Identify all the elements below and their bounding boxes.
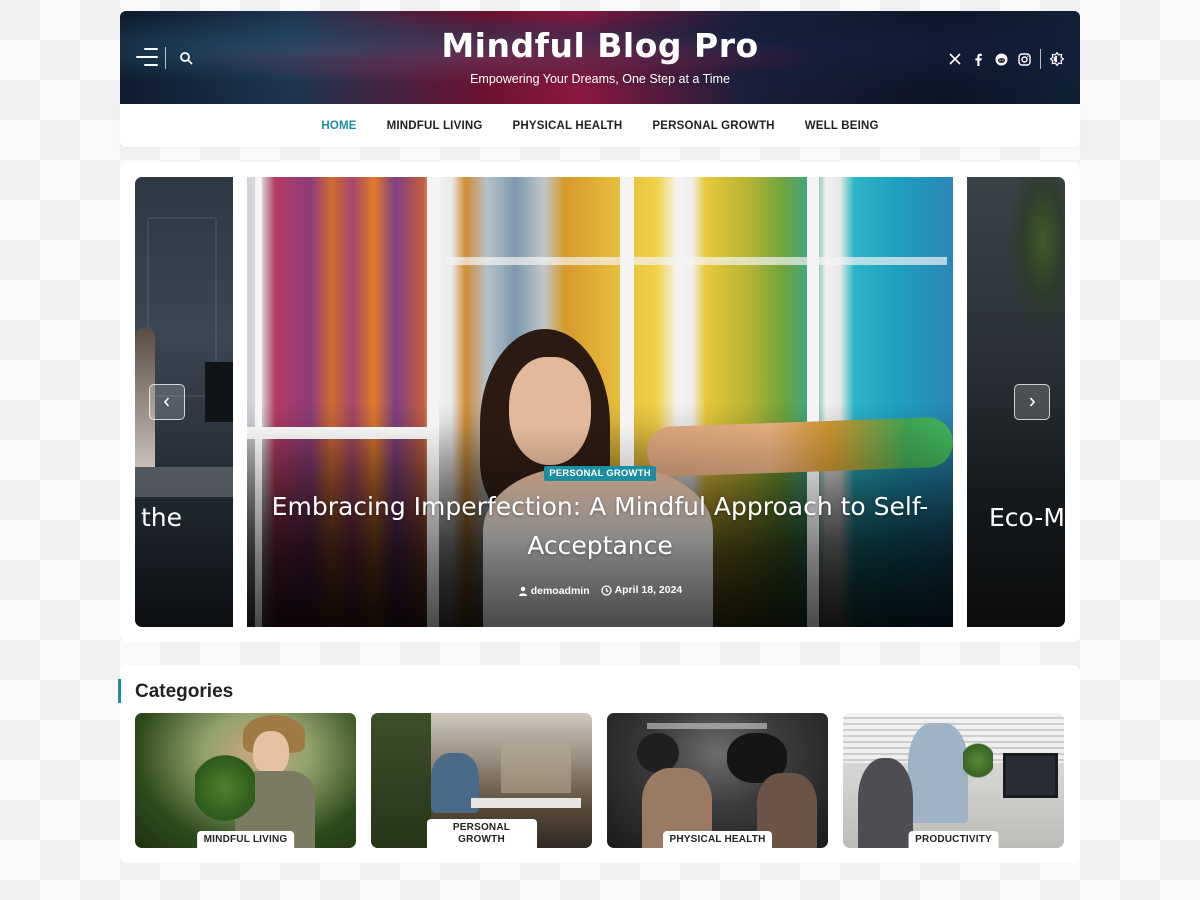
card-image-detail xyxy=(195,753,255,823)
site-tagline: Empowering Your Dreams, One Step at a Ti… xyxy=(470,72,730,86)
card-image-detail xyxy=(858,758,913,848)
category-card-productivity[interactable]: PRODUCTIVITY xyxy=(843,713,1064,848)
card-image-detail xyxy=(471,798,581,808)
chevron-right-icon xyxy=(1029,397,1036,407)
card-image-detail xyxy=(1003,753,1058,798)
main-navigation: HOME MINDFUL LIVING PHYSICAL HEALTH PERS… xyxy=(120,104,1080,147)
site-header: Mindful Blog Pro Empowering Your Dreams,… xyxy=(120,11,1080,104)
card-image-detail xyxy=(647,723,767,729)
clock-icon xyxy=(600,584,612,596)
category-card-mindful-living[interactable]: MINDFUL LIVING xyxy=(135,713,356,848)
nav-item-well-being[interactable]: WELL BEING xyxy=(805,120,879,132)
slide-next-title[interactable]: Eco-M xyxy=(989,503,1065,532)
chevron-left-icon xyxy=(163,397,170,407)
nav-item-mindful-living[interactable]: MINDFUL LIVING xyxy=(387,120,483,132)
reddit-icon[interactable] xyxy=(994,52,1008,66)
slide-image-detail xyxy=(205,362,233,422)
site-title[interactable]: Mindful Blog Pro xyxy=(120,26,1080,65)
user-icon xyxy=(518,586,527,596)
category-label[interactable]: PRODUCTIVITY xyxy=(908,831,999,848)
slide-meta: demoadmin April 18, 2024 xyxy=(247,584,953,599)
slide-title[interactable]: Embracing Imperfection: A Mindful Approa… xyxy=(247,487,953,565)
author-meta[interactable]: demoadmin xyxy=(518,585,590,597)
slider-next-button[interactable] xyxy=(1014,384,1050,420)
card-image-detail xyxy=(501,743,571,793)
divider xyxy=(1040,49,1041,69)
date-meta[interactable]: April 18, 2024 xyxy=(600,584,683,596)
theme-toggle-icon[interactable] xyxy=(1050,52,1064,66)
facebook-icon[interactable] xyxy=(971,52,985,66)
card-image-detail xyxy=(963,738,993,783)
slide-category-badge: PERSONAL GROWTH xyxy=(247,461,953,481)
category-label[interactable]: PERSONAL GROWTH xyxy=(426,819,537,848)
featured-slider: the PERSONAL GROWTH Embracing Imperfecti… xyxy=(120,162,1080,642)
author-name: demoadmin xyxy=(530,584,590,597)
category-card-physical-health[interactable]: PHYSICAL HEALTH xyxy=(607,713,828,848)
nav-item-physical-health[interactable]: PHYSICAL HEALTH xyxy=(513,120,623,132)
nav-item-home[interactable]: HOME xyxy=(321,120,356,132)
categories-section: Categories MINDFUL LIVING PERSONAL GROWT… xyxy=(118,665,1080,863)
heading-accent-bar xyxy=(118,679,121,703)
category-label[interactable]: PHYSICAL HEALTH xyxy=(662,831,773,848)
post-date: April 18, 2024 xyxy=(614,584,683,596)
categories-heading: Categories xyxy=(135,681,234,702)
slide-current[interactable]: PERSONAL GROWTH Embracing Imperfection: … xyxy=(247,177,953,627)
nav-item-personal-growth[interactable]: PERSONAL GROWTH xyxy=(652,120,774,132)
card-image-detail xyxy=(908,723,968,823)
slide-image-detail xyxy=(1007,177,1065,337)
slider-prev-button[interactable] xyxy=(149,384,185,420)
category-label[interactable]: MINDFUL LIVING xyxy=(196,831,295,848)
instagram-icon[interactable] xyxy=(1017,52,1031,66)
card-image-detail xyxy=(253,731,289,775)
card-image-detail xyxy=(371,713,431,848)
slide-previous-title[interactable]: the xyxy=(141,503,182,532)
social-links xyxy=(948,49,1064,69)
category-card-personal-growth[interactable]: PERSONAL GROWTH xyxy=(371,713,592,848)
category-badge[interactable]: PERSONAL GROWTH xyxy=(544,466,656,481)
card-image-detail xyxy=(637,733,679,773)
slide-image-detail xyxy=(135,467,233,497)
x-icon[interactable] xyxy=(948,52,962,66)
